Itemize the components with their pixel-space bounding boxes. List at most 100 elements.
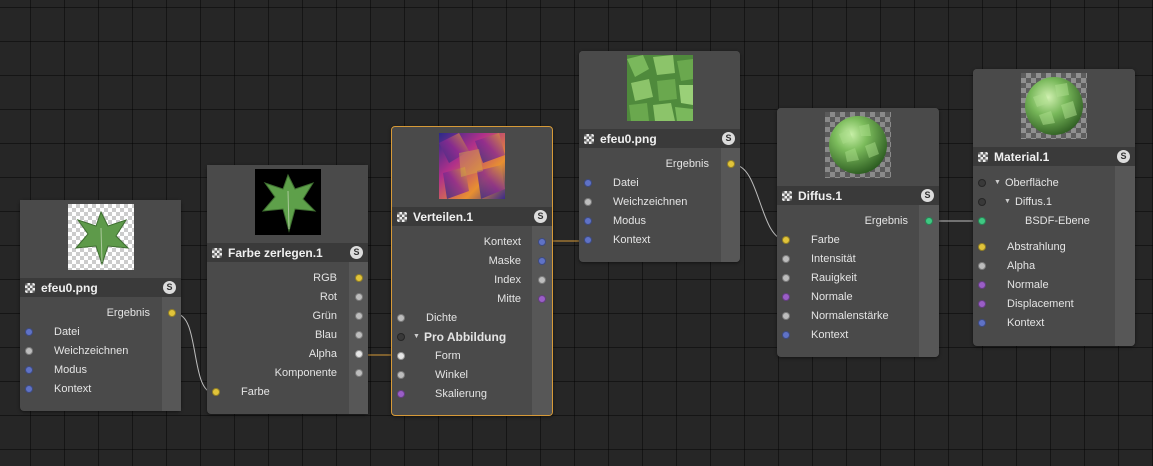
port-rot-output[interactable]: Rot <box>207 287 368 306</box>
output-port-dot[interactable] <box>925 216 933 225</box>
port-form[interactable]: Form <box>397 346 461 365</box>
port-modus[interactable]: Modus <box>584 211 646 230</box>
output-port-dot[interactable] <box>355 349 363 358</box>
port-alpha[interactable]: Alpha <box>978 256 1035 275</box>
node-title-bar[interactable]: Verteilen.1 S <box>392 207 552 226</box>
node-title-bar[interactable]: efeu0.png S <box>20 278 181 297</box>
input-port-dot[interactable] <box>782 254 790 263</box>
solo-button[interactable]: S <box>350 246 363 259</box>
input-port-dot[interactable] <box>397 370 405 379</box>
port-kontext[interactable]: Kontext <box>782 325 848 344</box>
solo-button[interactable]: S <box>1117 150 1130 163</box>
port-weichzeichnen[interactable]: Weichzeichnen <box>25 341 128 360</box>
port-datei[interactable]: Datei <box>584 173 639 192</box>
output-port-dot[interactable] <box>538 256 546 265</box>
port-rgb-output[interactable]: RGB <box>207 268 368 287</box>
input-port-dot[interactable] <box>25 365 33 374</box>
node-material[interactable]: Material.1 S ▼ Oberfläche ▼ Diffus.1 BSD… <box>973 69 1135 346</box>
port-kontext-output[interactable]: Kontext <box>392 232 552 251</box>
tree-oberflaeche[interactable]: ▼ Oberfläche <box>978 173 1059 192</box>
input-port-dot[interactable] <box>978 178 986 187</box>
input-port-dot[interactable] <box>978 299 986 308</box>
output-port-dot[interactable] <box>355 273 363 282</box>
input-port-dot[interactable] <box>978 261 986 270</box>
port-rauigkeit[interactable]: Rauigkeit <box>782 268 857 287</box>
input-port-dot[interactable] <box>978 318 986 327</box>
node-efeu-mid[interactable]: efeu0.png S Ergebnis Datei Weichzeichnen… <box>579 51 740 262</box>
port-blau-output[interactable]: Blau <box>207 325 368 344</box>
triangle-down-icon[interactable]: ▼ <box>994 179 1001 186</box>
input-port-dot[interactable] <box>212 387 220 396</box>
node-title-bar[interactable]: Material.1 S <box>973 147 1135 166</box>
output-port-dot[interactable] <box>355 292 363 301</box>
input-port-dot[interactable] <box>584 197 592 206</box>
port-displacement[interactable]: Displacement <box>978 294 1074 313</box>
input-port-dot[interactable] <box>782 235 790 244</box>
port-farbe-input[interactable]: Farbe <box>212 382 270 401</box>
node-farbe-zerlegen[interactable]: Farbe zerlegen.1 S RGB Rot Grün Blau Alp… <box>207 165 368 414</box>
port-kontext[interactable]: Kontext <box>978 313 1044 332</box>
tree-bsdf-ebene[interactable]: BSDF-Ebene <box>978 211 1090 230</box>
input-port-dot[interactable] <box>978 242 986 251</box>
input-port-dot[interactable] <box>397 351 405 360</box>
triangle-down-icon[interactable]: ▼ <box>1004 198 1011 205</box>
input-port-dot[interactable] <box>782 311 790 320</box>
output-port-dot[interactable] <box>355 330 363 339</box>
input-port-dot[interactable] <box>782 273 790 282</box>
input-port-dot[interactable] <box>25 384 33 393</box>
solo-button[interactable]: S <box>534 210 547 223</box>
port-dichte[interactable]: Dichte <box>397 308 457 327</box>
port-index-output[interactable]: Index <box>392 270 552 289</box>
tree-diffus[interactable]: ▼ Diffus.1 <box>978 192 1052 211</box>
port-normale[interactable]: Normale <box>978 275 1049 294</box>
node-title-bar[interactable]: Diffus.1 S <box>777 186 939 205</box>
port-abstrahlung[interactable]: Abstrahlung <box>978 237 1066 256</box>
node-title-bar[interactable]: Farbe zerlegen.1 S <box>207 243 368 262</box>
input-port-dot[interactable] <box>978 197 986 206</box>
port-ergebnis-output[interactable]: Ergebnis <box>20 303 181 322</box>
input-port-dot[interactable] <box>397 389 405 398</box>
output-port-dot[interactable] <box>538 294 546 303</box>
port-alpha-output[interactable]: Alpha <box>207 344 368 363</box>
input-port-dot[interactable] <box>584 216 592 225</box>
port-kontext[interactable]: Kontext <box>25 379 91 398</box>
port-farbe[interactable]: Farbe <box>782 230 840 249</box>
solo-button[interactable]: S <box>163 281 176 294</box>
input-port-dot[interactable] <box>584 235 592 244</box>
port-modus[interactable]: Modus <box>25 360 87 379</box>
solo-button[interactable]: S <box>921 189 934 202</box>
port-datei[interactable]: Datei <box>25 322 80 341</box>
port-maske-output[interactable]: Maske <box>392 251 552 270</box>
port-kontext[interactable]: Kontext <box>584 230 650 249</box>
port-ergebnis-output[interactable]: Ergebnis <box>777 211 939 230</box>
input-port-dot[interactable] <box>782 330 790 339</box>
input-port-dot[interactable] <box>978 216 986 225</box>
port-mitte-output[interactable]: Mitte <box>392 289 552 308</box>
port-skalierung[interactable]: Skalierung <box>397 384 487 403</box>
port-gruen-output[interactable]: Grün <box>207 306 368 325</box>
port-ergebnis-output[interactable]: Ergebnis <box>579 154 740 173</box>
triangle-down-icon[interactable]: ▼ <box>413 333 420 340</box>
node-efeu-left[interactable]: efeu0.png S Ergebnis Datei Weichzeichnen… <box>20 200 181 411</box>
input-port-dot[interactable] <box>978 280 986 289</box>
input-port-dot[interactable] <box>25 346 33 355</box>
port-normale[interactable]: Normale <box>782 287 853 306</box>
input-port-dot[interactable] <box>397 313 405 322</box>
output-port-dot[interactable] <box>355 311 363 320</box>
port-intensitaet[interactable]: Intensität <box>782 249 856 268</box>
output-port-dot[interactable] <box>727 159 735 168</box>
port-winkel[interactable]: Winkel <box>397 365 468 384</box>
node-verteilen[interactable]: Verteilen.1 S Kontext Maske Index Mitte … <box>391 126 553 416</box>
port-normalenstaerke[interactable]: Normalenstärke <box>782 306 889 325</box>
port-weichzeichnen[interactable]: Weichzeichnen <box>584 192 687 211</box>
solo-button[interactable]: S <box>722 132 735 145</box>
input-port-dot[interactable] <box>397 332 405 341</box>
node-title-bar[interactable]: efeu0.png S <box>579 129 740 148</box>
input-port-dot[interactable] <box>782 292 790 301</box>
output-port-dot[interactable] <box>168 308 176 317</box>
output-port-dot[interactable] <box>355 368 363 377</box>
input-port-dot[interactable] <box>584 178 592 187</box>
node-diffus[interactable]: Diffus.1 S Ergebnis Farbe Intensität Rau… <box>777 108 939 357</box>
output-port-dot[interactable] <box>538 275 546 284</box>
output-port-dot[interactable] <box>538 237 546 246</box>
